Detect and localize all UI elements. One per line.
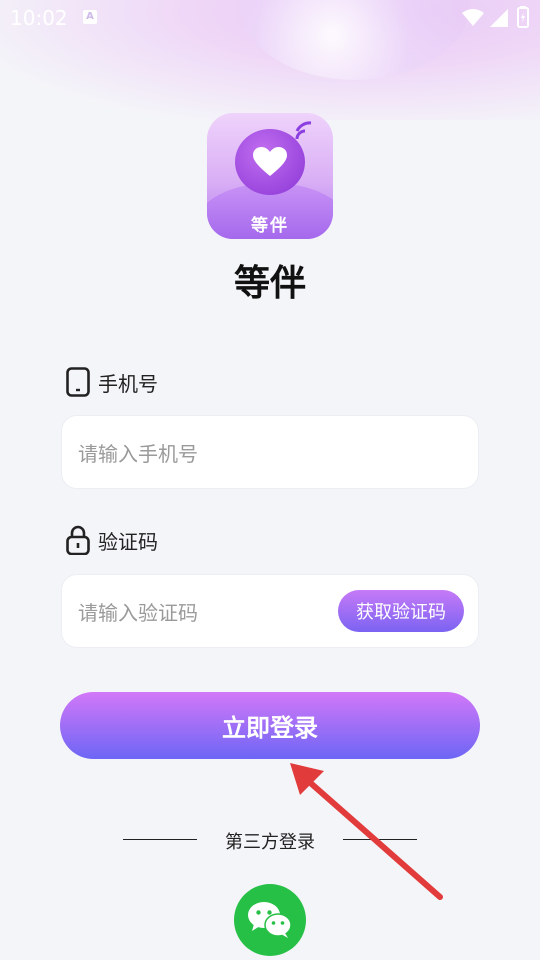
wifi-icon — [462, 8, 484, 32]
status-time: 10:02 — [10, 6, 68, 30]
annotation-arrow — [290, 763, 443, 900]
a-icon: A — [83, 10, 97, 24]
phone-field-container[interactable] — [61, 415, 479, 492]
get-code-button[interactable]: 获取验证码 — [338, 590, 464, 632]
wechat-icon — [248, 902, 292, 938]
app-logo: 等伴 — [207, 113, 333, 239]
logo-text: 等伴 — [251, 216, 289, 236]
phone-input[interactable] — [76, 416, 330, 492]
code-field-container[interactable]: 获取验证码 — [61, 574, 479, 651]
status-bar: 10:02 A — [0, 0, 540, 36]
login-button[interactable]: 立即登录 — [60, 692, 480, 759]
phone-icon — [66, 367, 90, 397]
lock-icon — [66, 525, 90, 555]
phone-label-row: 手机号 — [66, 367, 158, 397]
battery-icon — [517, 6, 529, 33]
third-party-login-label: 第三方登录 — [225, 832, 315, 853]
signal-arcs-icon — [295, 121, 312, 140]
heart-icon — [253, 147, 287, 176]
app-title: 等伴 — [233, 263, 306, 304]
verification-code-input[interactable] — [76, 575, 330, 651]
code-label-row: 验证码 — [66, 525, 158, 555]
signal-icon — [490, 8, 508, 32]
phone-label: 手机号 — [98, 371, 158, 396]
code-label: 验证码 — [98, 529, 158, 554]
